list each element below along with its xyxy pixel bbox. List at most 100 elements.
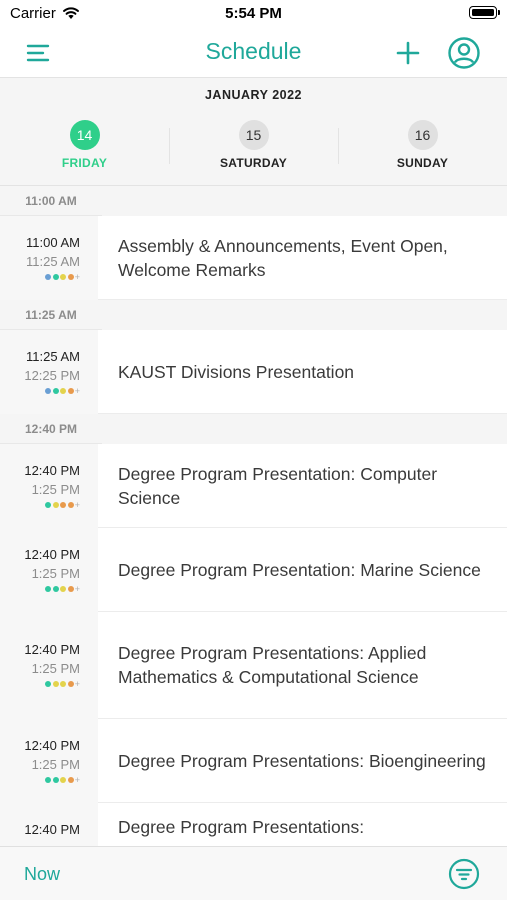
tag-dot xyxy=(45,388,52,394)
tag-dot xyxy=(67,681,74,687)
event-row[interactable]: 11:00 AM 11:25 AM + Assembly & Announcem… xyxy=(0,216,507,300)
day-number: 16 xyxy=(407,120,438,150)
event-row[interactable]: 11:25 AM 12:25 PM + KAUST Divisions Pres… xyxy=(0,330,507,414)
event-title-cell[interactable]: Degree Program Presentation: Computer Sc… xyxy=(98,444,507,528)
tag-dot xyxy=(67,274,74,280)
tag-dot xyxy=(52,274,59,280)
event-start-time: 12:40 PM xyxy=(24,642,80,657)
section-header: 11:00 AM xyxy=(0,186,507,216)
tag-dot xyxy=(52,777,59,783)
more-tags-indicator: + xyxy=(74,272,80,282)
section-time: 11:25 AM xyxy=(0,300,102,330)
date-selector: JANUARY 2022 14 FRIDAY 15 SATURDAY 16 SU… xyxy=(0,78,507,186)
more-tags-indicator: + xyxy=(74,500,80,510)
day-name: SUNDAY xyxy=(396,156,449,170)
event-tags: + xyxy=(44,679,80,689)
event-tags: + xyxy=(44,386,80,396)
tag-dot xyxy=(67,502,74,508)
tag-dot xyxy=(60,388,67,394)
event-title-cell[interactable]: Assembly & Announcements, Event Open, We… xyxy=(98,216,507,300)
event-start-time: 12:40 PM xyxy=(24,738,80,753)
event-end-time: 1:25 PM xyxy=(31,482,80,497)
event-start-time: 12:40 PM xyxy=(24,822,80,837)
user-circle-icon[interactable] xyxy=(447,36,481,70)
event-end-time: 1:25 PM xyxy=(31,757,80,772)
event-start-time: 11:25 AM xyxy=(26,349,80,364)
tag-dot xyxy=(67,586,74,592)
event-title-cell[interactable]: Degree Program Presentations: Applied Ma… xyxy=(98,612,507,719)
tag-dot xyxy=(52,586,59,592)
more-tags-indicator: + xyxy=(74,386,80,396)
tag-dot xyxy=(45,777,52,783)
event-title: Degree Program Presentations: xyxy=(118,817,365,837)
event-title-cell[interactable]: Degree Program Presentations: Bioenginee… xyxy=(98,719,507,803)
battery-icon xyxy=(469,6,500,19)
event-tags: + xyxy=(44,584,80,594)
section-time: 12:40 PM xyxy=(0,414,102,444)
page-title: Schedule xyxy=(205,38,302,64)
event-row[interactable]: 12:40 PM 1:25 PM + Degree Program Presen… xyxy=(0,719,507,803)
event-tags: + xyxy=(44,500,80,510)
tag-dot xyxy=(52,388,59,394)
event-title: Degree Program Presentation: Computer Sc… xyxy=(118,463,438,508)
day-tab-14[interactable]: 14 FRIDAY xyxy=(0,120,169,176)
bottom-toolbar: Now xyxy=(0,846,507,900)
day-name: SATURDAY xyxy=(219,156,288,170)
tag-dot xyxy=(67,777,74,783)
nav-bar: Schedule xyxy=(0,28,507,78)
event-time: 12:40 PM 1:25 PM + xyxy=(0,612,98,719)
event-time: 12:40 PM 1:25 PM + xyxy=(0,719,98,803)
event-time: 11:00 AM 11:25 AM + xyxy=(0,216,98,300)
event-list[interactable]: 11:00 AM 11:00 AM 11:25 AM + Assembly & … xyxy=(0,186,507,846)
event-title: Degree Program Presentations: Applied Ma… xyxy=(118,643,427,687)
event-end-time: 12:25 PM xyxy=(24,368,80,383)
tag-dot xyxy=(67,388,74,394)
now-button[interactable]: Now xyxy=(24,864,60,885)
event-row[interactable]: 12:40 PM 1:25 PM + Degree Program Presen… xyxy=(0,444,507,528)
event-end-time: 1:25 PM xyxy=(31,661,80,676)
event-title: Degree Program Presentation: Marine Scie… xyxy=(118,559,481,580)
event-row[interactable]: 12:40 PM Degree Program Presentations: xyxy=(0,803,507,846)
day-number: 15 xyxy=(238,120,269,150)
tag-dot xyxy=(52,502,59,508)
tag-dot xyxy=(60,502,67,508)
event-title-cell[interactable]: Degree Program Presentations: xyxy=(98,803,507,846)
event-row[interactable]: 12:40 PM 1:25 PM + Degree Program Presen… xyxy=(0,528,507,612)
event-end-time: 1:25 PM xyxy=(31,566,80,581)
event-title: Degree Program Presentations: Bioenginee… xyxy=(118,750,486,771)
event-row[interactable]: 12:40 PM 1:25 PM + Degree Program Presen… xyxy=(0,612,507,719)
event-title: KAUST Divisions Presentation xyxy=(118,361,355,382)
event-time: 12:40 PM 1:25 PM + xyxy=(0,444,98,528)
section-header: 11:25 AM xyxy=(0,300,507,330)
event-tags: + xyxy=(44,272,80,282)
day-name: FRIDAY xyxy=(61,156,108,170)
tag-dot xyxy=(60,274,67,280)
event-title-cell[interactable]: KAUST Divisions Presentation xyxy=(98,330,507,414)
plus-icon[interactable] xyxy=(394,39,422,67)
event-time: 12:40 PM 1:25 PM + xyxy=(0,528,98,612)
more-tags-indicator: + xyxy=(74,584,80,594)
status-time: 5:54 PM xyxy=(225,5,282,22)
tag-dot xyxy=(60,777,67,783)
day-tab-16[interactable]: 16 SUNDAY xyxy=(338,120,507,176)
more-tags-indicator: + xyxy=(74,679,80,689)
event-title: Assembly & Announcements, Event Open, We… xyxy=(118,235,448,280)
filter-icon[interactable] xyxy=(448,858,480,890)
event-title-cell[interactable]: Degree Program Presentation: Marine Scie… xyxy=(98,528,507,612)
tag-dot xyxy=(52,681,59,687)
day-number: 14 xyxy=(69,120,100,150)
more-tags-indicator: + xyxy=(74,775,80,785)
tag-dot xyxy=(45,586,52,592)
month-label: JANUARY 2022 xyxy=(204,88,302,102)
tag-dot xyxy=(60,681,67,687)
tag-dot xyxy=(45,502,52,508)
event-start-time: 12:40 PM xyxy=(24,547,80,562)
status-bar: Carrier 5:54 PM xyxy=(0,0,507,28)
event-time: 12:40 PM xyxy=(0,803,98,846)
event-tags: + xyxy=(44,775,80,785)
event-start-time: 11:00 AM xyxy=(26,235,80,250)
day-tab-15[interactable]: 15 SATURDAY xyxy=(169,120,338,176)
tag-dot xyxy=(60,586,67,592)
section-header: 12:40 PM xyxy=(0,414,507,444)
event-end-time: 11:25 AM xyxy=(26,254,80,269)
